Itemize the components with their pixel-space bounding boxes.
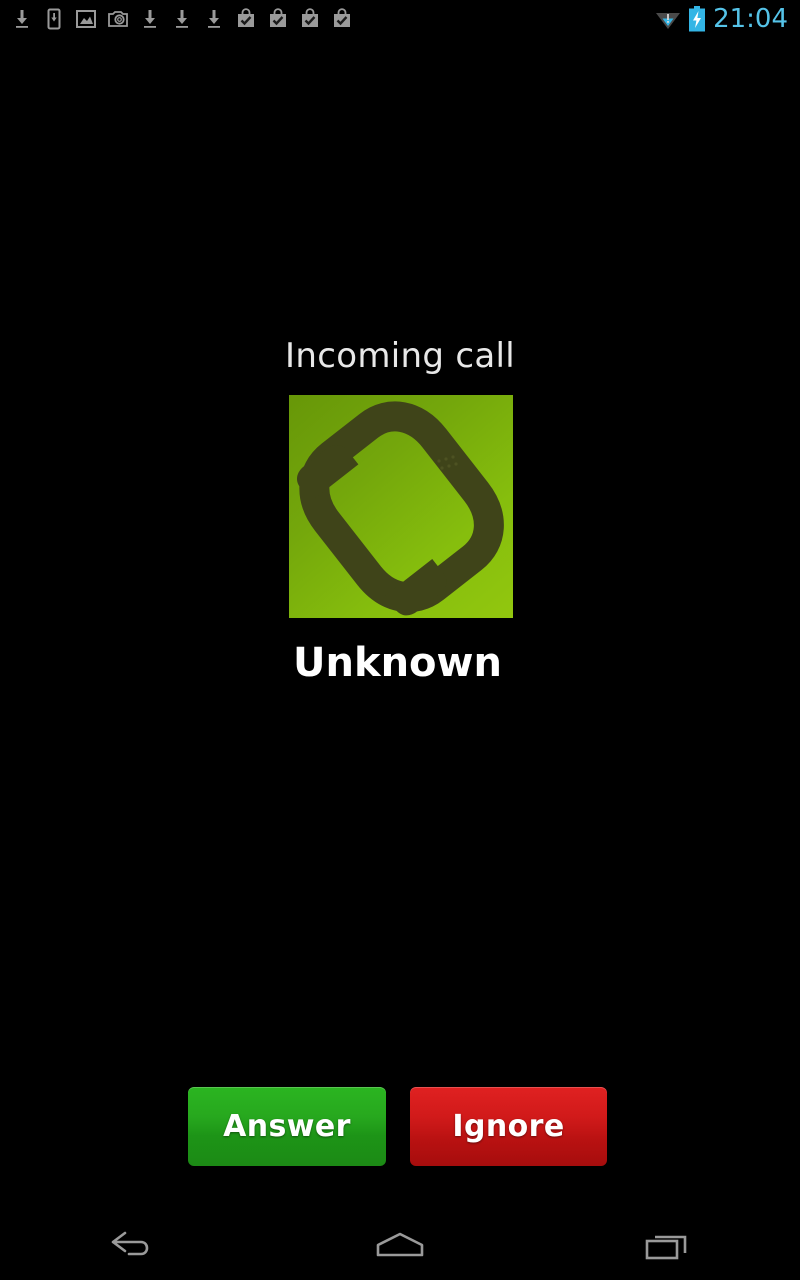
- caller-name: Unknown: [293, 640, 502, 686]
- back-arrow-icon: [107, 1229, 159, 1263]
- phone-handset-icon: [297, 401, 504, 616]
- nav-back-button[interactable]: [0, 1212, 267, 1280]
- nav-recent-apps-button[interactable]: [533, 1212, 800, 1280]
- answer-button[interactable]: Answer: [188, 1087, 386, 1166]
- incoming-call-screen: 21:04 Incoming call Unknown Answer Ignor…: [0, 0, 800, 1280]
- ignore-button[interactable]: Ignore: [410, 1087, 607, 1166]
- recent-apps-icon: [641, 1229, 693, 1263]
- call-action-buttons: Answer Ignore: [0, 1087, 800, 1167]
- caller-photo: [289, 395, 513, 618]
- incoming-call-label: Incoming call: [285, 336, 515, 376]
- nav-home-button[interactable]: [267, 1212, 534, 1280]
- home-icon: [373, 1229, 427, 1263]
- android-navigation-bar: [0, 1212, 800, 1280]
